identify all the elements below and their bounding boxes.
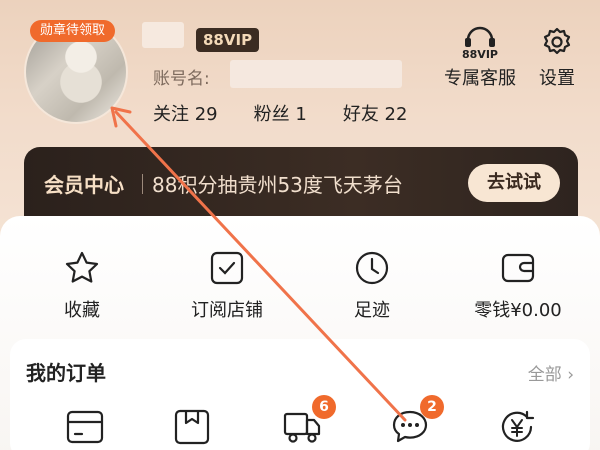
- member-promo-text: 88积分抽贵州53度飞天茅台: [152, 173, 403, 197]
- wallet-button[interactable]: 零钱¥0.00: [458, 250, 578, 322]
- pending-receipt-button[interactable]: 6: [282, 395, 336, 447]
- settings-button[interactable]: 设置: [532, 24, 582, 90]
- star-icon: [22, 250, 142, 286]
- try-button[interactable]: 去试试: [468, 164, 560, 202]
- footprint-label: 足迹: [354, 300, 390, 321]
- favorites-button[interactable]: 收藏: [22, 250, 142, 322]
- footprint-button[interactable]: 足迹: [312, 250, 432, 322]
- account-label: 账号名:: [153, 69, 210, 89]
- package-icon: [174, 409, 210, 445]
- medal-pending-badge[interactable]: 勋章待领取: [30, 20, 116, 42]
- wallet-icon: [458, 250, 578, 286]
- clock-icon: [312, 250, 432, 286]
- pending-shipment-button[interactable]: [172, 407, 212, 447]
- subscribed-stores-button[interactable]: 订阅店铺: [167, 250, 287, 322]
- fans-count[interactable]: 粉丝 1: [254, 100, 307, 126]
- follow-count[interactable]: 关注 29: [153, 100, 218, 126]
- my-orders-card: 我的订单 全部 › 6 2: [10, 339, 590, 450]
- checkbox-icon: [167, 250, 287, 286]
- friends-count[interactable]: 好友 22: [343, 100, 408, 126]
- customer-service-button[interactable]: 88VIP 专属客服: [439, 24, 521, 90]
- my-orders-title: 我的订单: [26, 361, 106, 385]
- member-center-title: 会员中心: [44, 173, 124, 197]
- vip-badge[interactable]: 88VIP: [196, 28, 260, 52]
- all-orders-link[interactable]: 全部 ›: [528, 360, 574, 385]
- pending-payment-button[interactable]: [65, 407, 105, 447]
- settings-label: 设置: [539, 68, 575, 89]
- shipping-count-badge: 6: [312, 395, 336, 419]
- stats-row: 关注 29 粉丝 1 好友 22: [153, 100, 407, 126]
- divider: [142, 174, 143, 194]
- account-name-redacted: [230, 60, 402, 88]
- gear-icon: [532, 24, 582, 60]
- refund-button[interactable]: [498, 407, 538, 447]
- subscribed-stores-label: 订阅店铺: [191, 300, 263, 321]
- wallet-label: 零钱¥0.00: [474, 300, 562, 321]
- avatar-area[interactable]: 勋章待领取: [24, 20, 128, 124]
- order-status-row: 6 2: [10, 395, 590, 450]
- svg-text:88VIP: 88VIP: [462, 48, 498, 60]
- member-center-banner[interactable]: 会员中心 88积分抽贵州53度飞天茅台 去试试: [24, 147, 578, 221]
- customer-service-label: 专属客服: [444, 68, 516, 89]
- refund-yen-icon: [501, 410, 535, 442]
- pending-review-button[interactable]: 2: [390, 395, 444, 447]
- favorites-label: 收藏: [64, 300, 100, 321]
- card-payment-icon: [66, 410, 104, 444]
- headset-88vip-icon: 88VIP: [439, 24, 521, 60]
- review-count-badge: 2: [420, 395, 444, 419]
- username-redacted: [142, 22, 184, 48]
- quick-actions: 收藏 订阅店铺 足迹 零钱¥0.00: [0, 250, 600, 330]
